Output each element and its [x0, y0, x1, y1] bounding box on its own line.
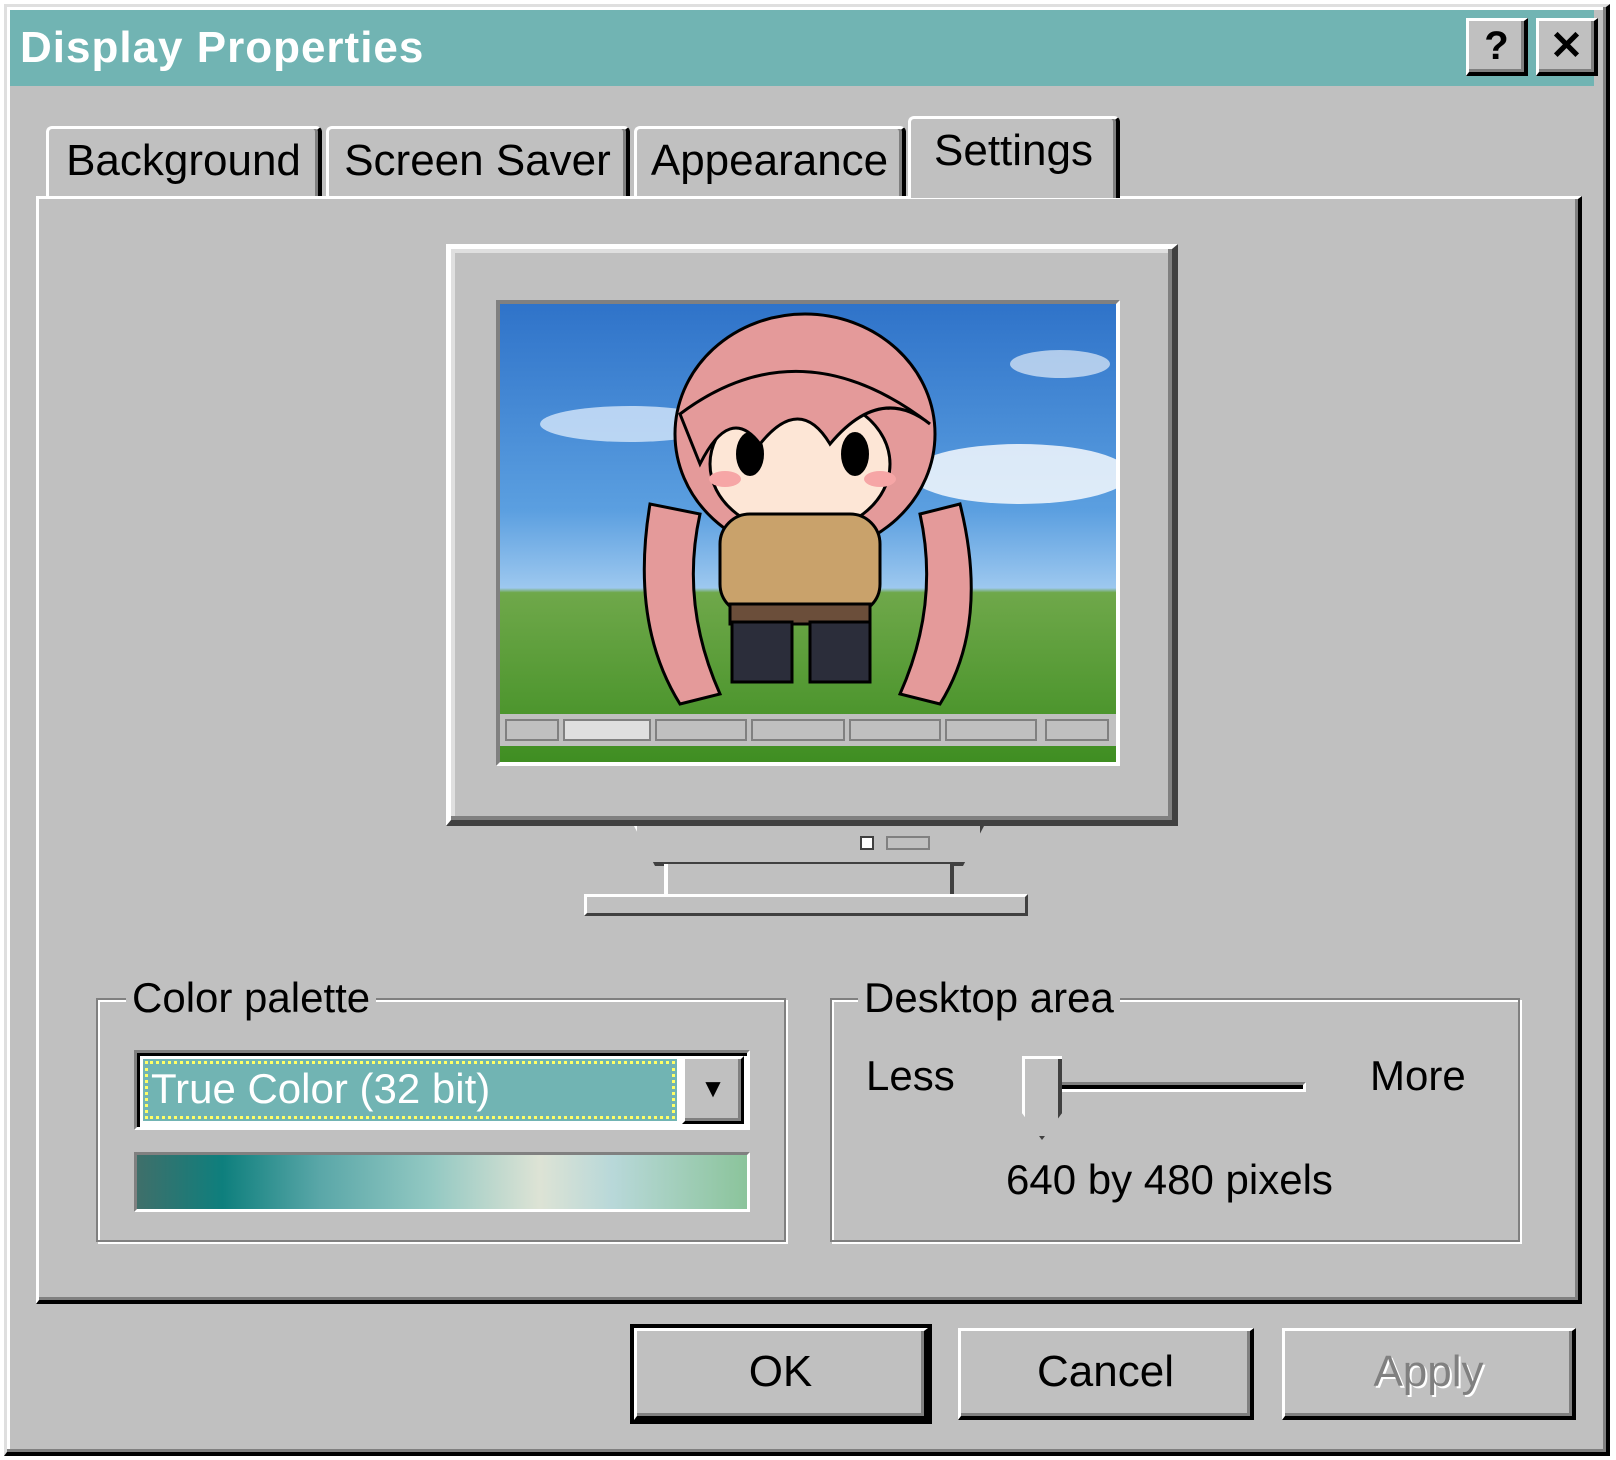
desktop-area-slider-track[interactable] — [1036, 1082, 1306, 1092]
tab-appearance[interactable]: Appearance — [634, 126, 906, 198]
power-button-icon — [886, 836, 930, 850]
ok-button[interactable]: OK — [630, 1324, 932, 1424]
window-title: Display Properties — [20, 23, 425, 72]
close-button[interactable]: ✕ — [1536, 18, 1598, 76]
desktop-area-group — [830, 998, 1520, 1242]
cancel-button[interactable]: Cancel — [958, 1328, 1254, 1420]
title-bar[interactable]: Display Properties ? ✕ — [10, 10, 1598, 86]
monitor-neck — [634, 826, 984, 866]
desktop-area-label: Desktop area — [858, 974, 1120, 1022]
monitor-stem — [664, 864, 954, 894]
wallpaper-art — [500, 312, 1116, 746]
color-palette-sample — [134, 1152, 750, 1212]
resolution-text: 640 by 480 pixels — [1006, 1156, 1333, 1203]
tab-settings[interactable]: Settings — [908, 116, 1120, 198]
wallpaper-preview-image — [496, 300, 1120, 766]
color-palette-value: True Color (32 bit) — [143, 1059, 677, 1121]
color-palette-select[interactable]: True Color (32 bit) ▼ — [134, 1050, 750, 1130]
tab-background[interactable]: Background — [46, 126, 322, 198]
help-button[interactable]: ? — [1466, 18, 1528, 76]
power-led-icon — [860, 836, 874, 850]
more-label: More — [1370, 1052, 1466, 1099]
chevron-down-icon[interactable]: ▼ — [682, 1056, 744, 1124]
apply-button[interactable]: Apply — [1282, 1328, 1576, 1420]
monitor-base — [584, 894, 1028, 916]
color-palette-label: Color palette — [126, 974, 377, 1022]
less-label: Less — [866, 1052, 955, 1099]
tab-screen-saver[interactable]: Screen Saver — [326, 126, 630, 198]
